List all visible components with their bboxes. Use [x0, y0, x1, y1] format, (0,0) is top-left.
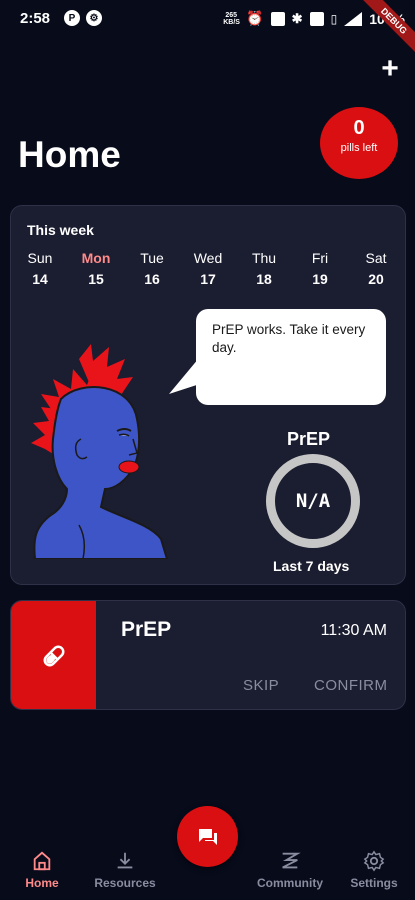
nav-community[interactable]: Community	[254, 850, 326, 890]
day-number: 20	[368, 271, 384, 287]
day-fri[interactable]: Fri 19	[295, 250, 345, 287]
dose-card: PrEP 11:30 AM SKIP CONFIRM	[10, 600, 406, 710]
day-name: Thu	[251, 250, 277, 266]
status-bar: 2:58 P ⚙ 265 KB/S ⏰ ✱ ▯ 100% DEBUG	[0, 0, 415, 65]
pills-left-badge[interactable]: 0 pills left	[320, 107, 398, 179]
adherence-title: PrEP	[287, 429, 331, 449]
skip-button[interactable]: SKIP	[243, 677, 279, 694]
network-speed: 265 KB/S	[223, 11, 240, 26]
day-number: 16	[144, 271, 160, 287]
alarm-icon: ⏰	[246, 10, 264, 26]
home-icon	[33, 851, 51, 871]
nav-settings-label: Settings	[350, 876, 398, 890]
adherence-ring: N/A	[266, 454, 360, 548]
week-title: This week	[27, 222, 94, 238]
adherence-value: N/A	[295, 490, 331, 512]
day-name: Fri	[311, 250, 329, 266]
day-name: Sat	[365, 250, 387, 266]
day-mon[interactable]: Mon 15	[71, 250, 121, 287]
add-button[interactable]: +	[376, 54, 404, 84]
day-number: 19	[312, 271, 328, 287]
network-speed-unit: KB/S	[223, 18, 240, 26]
day-name: Sun	[27, 250, 53, 266]
dose-time: 11:30 AM	[320, 622, 387, 639]
day-thu[interactable]: Thu 18	[239, 250, 289, 287]
bluetooth-icon: ✱	[291, 10, 303, 26]
mascot-avatar	[31, 344, 169, 559]
download-icon	[117, 852, 133, 869]
nav-resources-label: Resources	[94, 876, 156, 890]
week-card: This week Sun 14 Mon 15 Tue 16 Wed 17 Thu 18 …	[10, 205, 406, 585]
signal-icon	[344, 11, 363, 26]
day-number: 18	[256, 271, 272, 287]
network-speed-value: 265	[225, 11, 238, 19]
day-number: 14	[32, 271, 48, 287]
nav-home[interactable]: Home	[20, 850, 64, 890]
page-title: Home	[18, 134, 121, 175]
day-tue[interactable]: Tue 16	[127, 250, 177, 287]
week-days: Sun 14 Mon 15 Tue 16 Wed 17 Thu 18 Fri 19 Sat 2…	[15, 250, 401, 287]
day-number: 15	[88, 271, 104, 287]
day-name: Mon	[81, 250, 111, 266]
chat-fab-button[interactable]	[177, 806, 238, 867]
day-name: Wed	[193, 250, 223, 266]
pills-left-count: 0	[353, 117, 365, 139]
dose-name: PrEP	[121, 618, 172, 641]
day-number: 17	[200, 271, 216, 287]
vibrate-icon: ▯	[330, 11, 338, 26]
pills-left-label: pills left	[340, 142, 378, 154]
nfc-icon	[270, 11, 285, 26]
speech-bubble: PrEP works. Take it every day.	[196, 309, 386, 405]
nav-community-label: Community	[257, 876, 323, 890]
confirm-button[interactable]: CONFIRM	[314, 677, 388, 694]
nav-settings[interactable]: Settings	[346, 850, 402, 890]
day-sat[interactable]: Sat 20	[351, 250, 401, 287]
p-icon: P	[64, 10, 80, 26]
data-icon	[309, 11, 324, 26]
settings-circle-icon: ⚙	[86, 10, 102, 26]
day-wed[interactable]: Wed 17	[183, 250, 233, 287]
dose-icon-panel	[11, 601, 96, 709]
chat-icon	[198, 828, 217, 845]
status-time: 2:58	[20, 10, 51, 27]
gear-icon	[363, 850, 385, 872]
nav-resources[interactable]: Resources	[90, 850, 160, 890]
community-icon	[282, 852, 301, 869]
day-name: Tue	[140, 250, 164, 266]
adherence-caption: Last 7 days	[273, 558, 350, 574]
nav-home-label: Home	[25, 876, 59, 890]
pill-icon	[43, 645, 64, 667]
day-sun[interactable]: Sun 14	[15, 250, 65, 287]
